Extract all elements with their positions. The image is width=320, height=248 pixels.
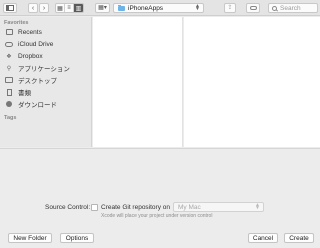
documents-icon (5, 88, 13, 96)
tags-button[interactable] (246, 3, 260, 13)
chevron-left-icon: ‹ (31, 4, 35, 12)
sidebar-item-label: Recents (18, 28, 42, 36)
recents-icon (5, 29, 13, 36)
search-input[interactable]: Search (268, 3, 318, 13)
sidebar-item-desktop[interactable]: デスクトップ (5, 75, 57, 85)
source-control-label: Source Control: (45, 204, 91, 211)
sidebar-item-icloud-drive[interactable]: iCloud Drive (5, 39, 53, 49)
new-folder-button[interactable]: New Folder (8, 233, 52, 243)
dropbox-icon: ❖ (6, 53, 12, 60)
arrange-button[interactable]: ▦▾ (95, 3, 110, 13)
icon-view-icon[interactable]: ▦ (56, 4, 65, 12)
git-repository-label[interactable]: Create Git repository on (101, 204, 170, 211)
create-button[interactable]: Create (284, 233, 314, 243)
sidebar-item-applications[interactable]: ⚲ アプリケーション (5, 63, 70, 74)
sidebar-item-label: iCloud Drive (18, 40, 54, 48)
forward-button[interactable]: › (39, 3, 49, 13)
column-view-icon[interactable]: ▥ (74, 4, 83, 12)
git-location-popup[interactable]: My Mac ▲ ▼ (173, 202, 264, 212)
search-icon (272, 5, 277, 11)
sidebar-item-dropbox[interactable]: ❖ Dropbox (5, 51, 43, 61)
source-control-hint: Xcode will place your project under vers… (101, 213, 213, 219)
view-mode-segmented-control[interactable]: ▦ ≡ ▥ (55, 3, 84, 13)
back-button[interactable]: ‹ (28, 3, 38, 13)
tags-header: Tags (4, 115, 17, 121)
sidebar-item-documents[interactable]: 書類 (5, 87, 31, 97)
sidebar-item-label: アプリケーション (18, 66, 70, 73)
location-label: iPhoneApps (128, 4, 164, 12)
cloud-icon (5, 41, 13, 48)
options-panel: Source Control: Create Git repository on… (0, 148, 320, 230)
git-location-value: My Mac (178, 203, 201, 211)
downloads-icon (5, 101, 13, 108)
updown-arrows-icon: ▲ ▼ (255, 202, 260, 211)
applications-icon: ⚲ (6, 65, 12, 72)
sidebar-icon (6, 5, 14, 11)
cancel-button[interactable]: Cancel (248, 233, 278, 243)
sidebar-item-recents[interactable]: Recents (5, 27, 42, 37)
tag-icon (249, 6, 257, 10)
folder-icon (118, 4, 125, 11)
footer: New Folder Options Cancel Create (0, 230, 320, 248)
updown-arrows-icon: ▲ ▼ (195, 3, 200, 12)
sidebar-item-downloads[interactable]: ダウンロード (5, 99, 57, 109)
location-popup[interactable]: iPhoneApps ▲ ▼ (113, 3, 204, 13)
sidebar-item-label: デスクトップ (18, 78, 57, 85)
list-view-icon[interactable]: ≡ (65, 4, 74, 12)
chevron-right-icon: › (42, 4, 46, 12)
desktop-icon (5, 77, 13, 84)
file-column-2[interactable] (184, 17, 320, 147)
file-column-1[interactable] (93, 17, 183, 147)
git-repository-checkbox[interactable] (91, 204, 98, 211)
toolbar: ‹ › ▦ ≡ ▥ ▦▾ iPhoneApps ▲ ▼ ⇪ Search (0, 0, 320, 16)
sidebar-item-label: ダウンロード (18, 102, 57, 109)
sidebar: Favorites Recents iCloud Drive ❖ Dropbox… (0, 17, 92, 147)
sidebar-toggle-button[interactable] (3, 3, 17, 13)
options-button[interactable]: Options (60, 233, 94, 243)
search-placeholder: Search (280, 4, 301, 12)
sidebar-item-label: Dropbox (18, 52, 43, 60)
share-button[interactable]: ⇪ (224, 3, 236, 13)
sidebar-item-label: 書類 (18, 90, 31, 97)
favorites-header: Favorites (4, 20, 29, 26)
arrange-grid-icon: ▦▾ (98, 5, 107, 11)
share-icon: ⇪ (227, 5, 233, 11)
